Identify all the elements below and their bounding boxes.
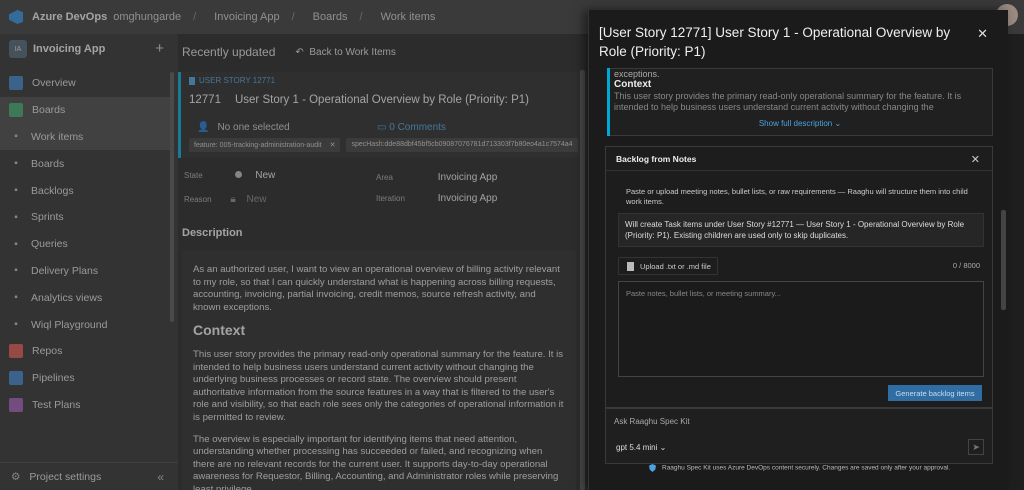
close-panel-icon[interactable]: ✕: [977, 26, 988, 42]
description-preview: exceptions. Context This user story prov…: [607, 68, 993, 136]
upload-file-button[interactable]: Upload .txt or .md file: [618, 257, 718, 275]
backlog-from-notes-card: Backlog from Notes ✕ Paste or upload mee…: [605, 146, 993, 408]
notes-textarea[interactable]: Paste notes, bullet lists, or meeting su…: [618, 281, 984, 377]
shield-icon: [649, 464, 656, 472]
backlog-target-note: Will create Task items under User Story …: [618, 213, 984, 247]
preview-context-heading: Context: [614, 79, 652, 90]
model-label: gpt 5.4 mini: [616, 443, 658, 452]
spec-kit-panel: [User Story 12771] User Story 1 - Operat…: [588, 10, 1008, 490]
generate-backlog-button[interactable]: Generate backlog items: [888, 385, 982, 401]
security-note-text: Raaghu Spec Kit uses Azure DevOps conten…: [662, 464, 951, 472]
modal-overlay[interactable]: [0, 0, 588, 490]
character-count: 0 / 8000: [952, 261, 980, 270]
backlog-intro: Paste or upload meeting notes, bullet li…: [626, 187, 968, 206]
file-icon: [627, 261, 634, 271]
panel-scrollbar[interactable]: [1001, 210, 1006, 310]
show-full-description-link[interactable]: Show full description ⌄: [608, 119, 992, 128]
panel-title: [User Story 12771] User Story 1 - Operat…: [599, 25, 951, 59]
ask-input-box[interactable]: Ask Raaghu Spec Kit gpt 5.4 mini ⌄ ➤: [605, 408, 993, 464]
show-full-label: Show full description: [758, 119, 833, 128]
security-note: Raaghu Spec Kit uses Azure DevOps conten…: [649, 464, 950, 472]
preview-exceptions-text: exceptions.: [614, 69, 660, 79]
close-backlog-icon[interactable]: ✕: [971, 153, 980, 166]
send-icon[interactable]: ➤: [968, 439, 984, 455]
upload-label: Upload .txt or .md file: [640, 261, 711, 271]
ask-placeholder: Ask Raaghu Spec Kit: [614, 417, 690, 426]
chevron-down-icon: ⌄: [834, 119, 842, 128]
preview-accent-bar: [607, 68, 610, 136]
chevron-down-icon: ⌄: [659, 443, 667, 452]
notes-placeholder: Paste notes, bullet lists, or meeting su…: [626, 289, 781, 298]
model-selector[interactable]: gpt 5.4 mini ⌄: [616, 443, 666, 452]
preview-context-text: This user story provides the primary rea…: [614, 91, 962, 112]
backlog-title: Backlog from Notes: [606, 147, 992, 171]
